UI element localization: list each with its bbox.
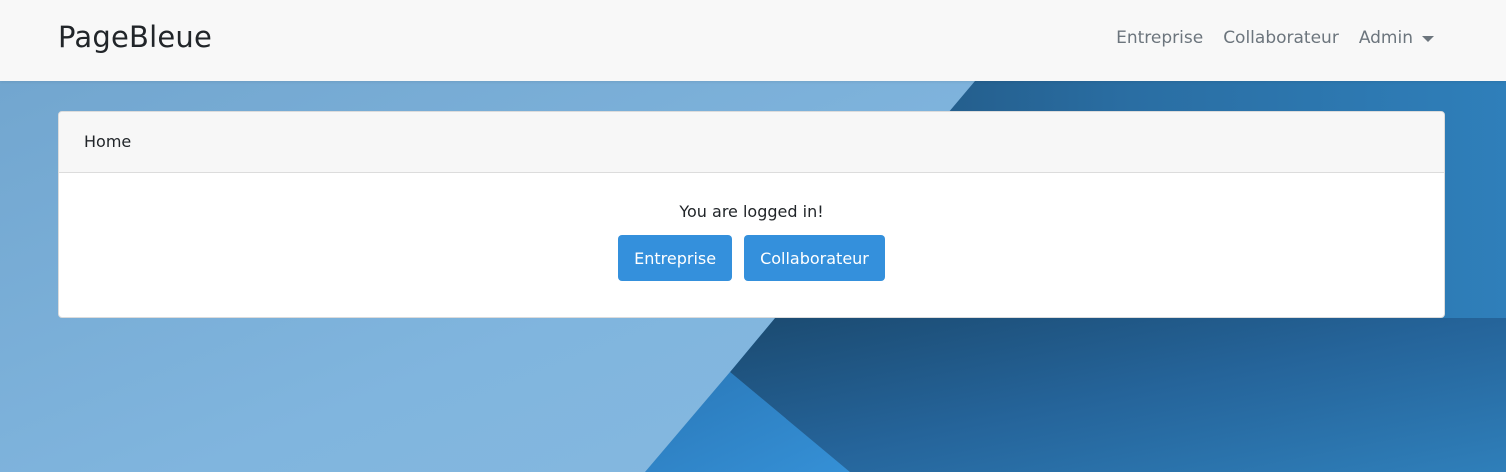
button-row: Entreprise Collaborateur xyxy=(59,235,1444,281)
nav-link-entreprise[interactable]: Entreprise xyxy=(1116,28,1203,48)
admin-dropdown[interactable]: Admin xyxy=(1359,28,1434,48)
top-navbar: PageBleue Entreprise Collaborateur Admin xyxy=(0,0,1506,81)
card-header: Home xyxy=(59,112,1444,173)
caret-down-icon xyxy=(1422,36,1434,42)
nav-link-collaborateur[interactable]: Collaborateur xyxy=(1223,28,1339,48)
collaborateur-button[interactable]: Collaborateur xyxy=(744,235,885,281)
brand-link[interactable]: PageBleue xyxy=(58,20,212,54)
login-status-text: You are logged in! xyxy=(679,202,824,221)
home-card: Home You are logged in! Entreprise Colla… xyxy=(58,111,1445,318)
card-body: You are logged in! Entreprise Collaborat… xyxy=(59,173,1444,281)
admin-dropdown-label: Admin xyxy=(1358,28,1413,48)
entreprise-button[interactable]: Entreprise xyxy=(618,235,733,281)
nav-links: Entreprise Collaborateur Admin xyxy=(1116,28,1434,48)
